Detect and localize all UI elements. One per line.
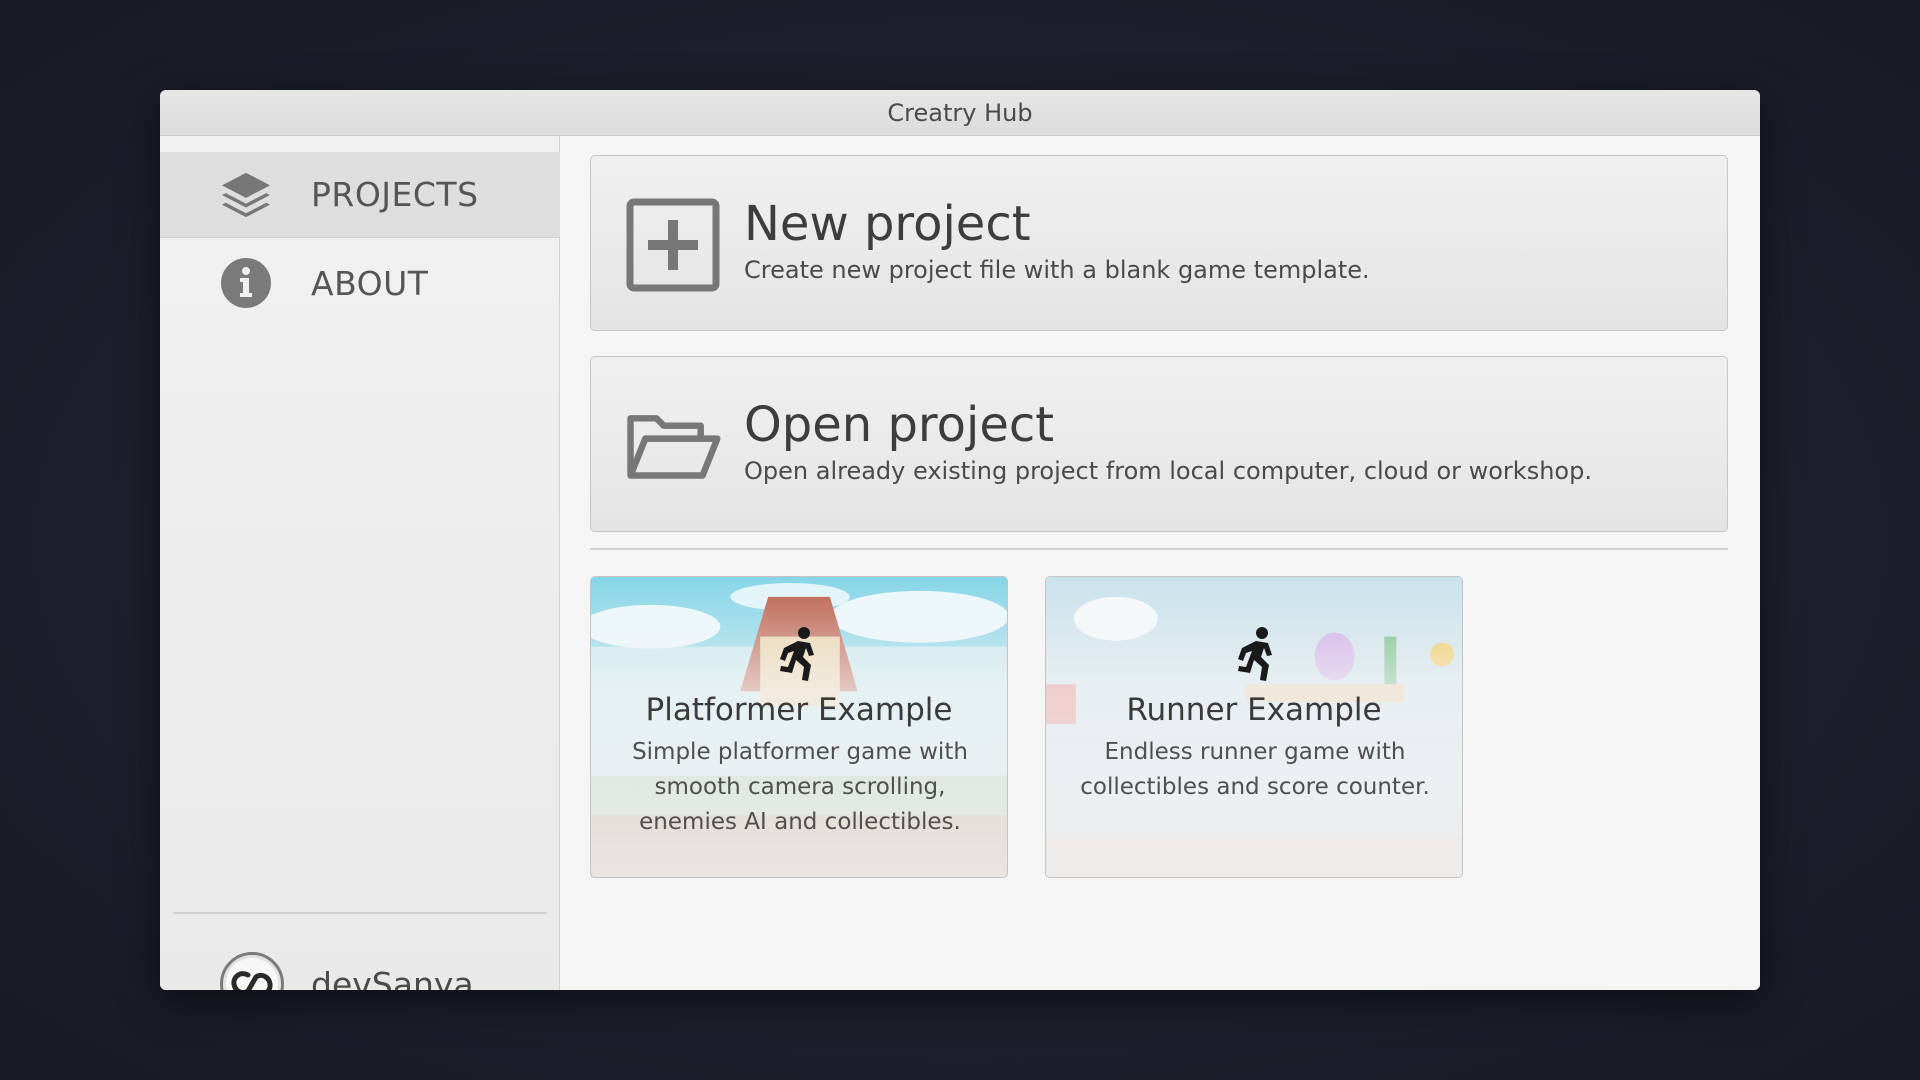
sidebar: PROJECTS ABOUT devSanya [160, 136, 560, 990]
sidebar-item-label: PROJECTS [311, 175, 479, 214]
main-panel: New project Create new project file with… [561, 136, 1760, 990]
main-divider [590, 548, 1728, 550]
plus-square-icon [625, 197, 721, 293]
runner-example-card[interactable]: Runner Example Endless runner game with … [1045, 576, 1463, 878]
folder-open-icon [625, 398, 721, 494]
example-description: Endless runner game with collectibles an… [1080, 739, 1430, 800]
username: devSanya [311, 964, 474, 991]
sidebar-item-about[interactable]: ABOUT [160, 240, 560, 326]
layers-icon [220, 169, 272, 221]
new-project-description: Create new project file with a blank gam… [744, 256, 1370, 284]
open-project-title: Open project [744, 397, 1055, 453]
running-person-icon [780, 627, 814, 681]
open-project-button[interactable]: Open project Open already existing proje… [590, 356, 1728, 532]
running-person-icon [1238, 627, 1272, 681]
user-avatar [220, 952, 284, 990]
open-project-description: Open already existing project from local… [744, 457, 1592, 485]
user-profile[interactable]: devSanya [160, 941, 560, 990]
example-title: Runner Example [1126, 692, 1382, 728]
example-description: Simple platformer game with smooth camer… [632, 739, 968, 835]
title-bar: Creatry Hub [160, 90, 1760, 136]
window-title: Creatry Hub [887, 98, 1033, 127]
hub-window: Creatry Hub PROJECTS ABOUT devSanya New … [160, 90, 1760, 990]
sidebar-item-projects[interactable]: PROJECTS [160, 152, 560, 238]
new-project-title: New project [744, 196, 1031, 252]
new-project-button[interactable]: New project Create new project file with… [590, 155, 1728, 331]
info-icon [220, 257, 272, 309]
sidebar-divider [173, 912, 547, 914]
platformer-example-card[interactable]: Platformer Example Simple platformer gam… [590, 576, 1008, 878]
sidebar-item-label: ABOUT [311, 263, 429, 303]
example-title: Platformer Example [645, 692, 953, 728]
